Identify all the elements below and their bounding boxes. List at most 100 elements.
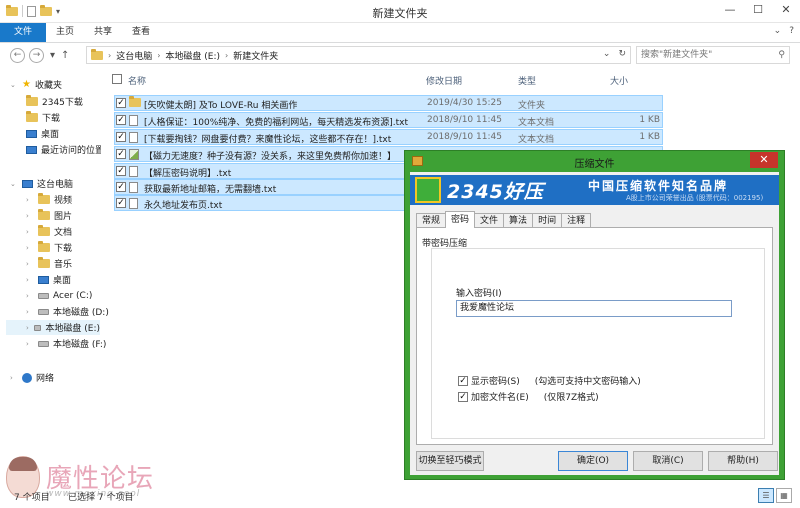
file-type: 文本文档 bbox=[518, 135, 555, 145]
tab-file[interactable]: 文件 bbox=[0, 23, 47, 42]
password-tab-panel: 带密码压缩 输入密码(I) 我爱魔性论坛 ✓ 显示密码(S) (勾选可支持中文密… bbox=[416, 227, 773, 445]
expand-icon[interactable]: › bbox=[26, 308, 34, 316]
cancel-button[interactable]: 取消(C) bbox=[633, 451, 703, 471]
help-button[interactable]: 帮助(H) bbox=[708, 451, 778, 471]
tab-password[interactable]: 密码 bbox=[445, 211, 476, 228]
row-checkbox[interactable]: ✓ bbox=[116, 149, 126, 159]
help-icon[interactable]: ? bbox=[789, 26, 794, 36]
nav-network[interactable]: › 网络 bbox=[10, 370, 54, 385]
nav-label: 桌面 bbox=[41, 130, 60, 140]
folder-icon bbox=[26, 95, 38, 106]
nav-item-2345-downloads[interactable]: 2345下载 bbox=[26, 94, 83, 109]
up-arrow-icon[interactable]: ↑ bbox=[61, 50, 69, 61]
password-input[interactable]: 我爱魔性论坛 bbox=[456, 300, 732, 317]
nav-item-documents[interactable]: › 文档 bbox=[26, 224, 72, 239]
row-checkbox[interactable]: ✓ bbox=[116, 132, 126, 142]
recent-locations-icon[interactable]: ▾ bbox=[50, 50, 55, 61]
tab-view[interactable]: 查看 bbox=[122, 23, 160, 42]
expand-icon[interactable]: › bbox=[26, 196, 34, 204]
tab-time[interactable]: 时间 bbox=[532, 213, 563, 228]
nav-label: 下载 bbox=[54, 244, 73, 254]
encrypt-filenames-checkbox[interactable]: ✓ bbox=[458, 391, 468, 402]
tab-share[interactable]: 共享 bbox=[84, 23, 122, 42]
nav-item-drive-e[interactable]: › 本地磁盘 (E:) bbox=[6, 320, 100, 335]
dialog-title-bar: 压缩文件 ✕ bbox=[405, 151, 784, 171]
select-all-checkbox[interactable] bbox=[112, 74, 122, 84]
show-password-checkbox[interactable]: ✓ bbox=[458, 375, 468, 386]
row-checkbox[interactable]: ✓ bbox=[116, 166, 126, 176]
close-button[interactable]: ✕ bbox=[772, 0, 800, 21]
column-type[interactable]: 类型 bbox=[518, 74, 536, 87]
nav-item-drive-f[interactable]: › 本地磁盘 (F:) bbox=[26, 336, 106, 351]
table-row[interactable]: ✓ [矢吹健太朗] 及To LOVE-Ru 相关画作 2019/4/30 15:… bbox=[114, 95, 663, 111]
table-row[interactable]: ✓ [人格保证：100%纯净、免费的福利网站，每天精选发布资源].txt 201… bbox=[114, 112, 663, 128]
expand-icon[interactable]: › bbox=[26, 244, 34, 252]
address-row: ← → ▾ ↑ › 这台电脑 › 本地磁盘 (E:) › 新建文件夹 ⌄ ↻ 搜… bbox=[0, 43, 800, 67]
file-type: 文件夹 bbox=[518, 101, 546, 111]
expand-icon[interactable]: › bbox=[26, 340, 34, 348]
expand-ribbon-icon[interactable]: ⌄ bbox=[774, 26, 782, 36]
breadcrumb-new-folder[interactable]: 新建文件夹 bbox=[233, 49, 278, 62]
expand-icon[interactable]: › bbox=[26, 324, 30, 332]
tab-algorithm[interactable]: 算法 bbox=[503, 213, 534, 228]
nav-item-drive-c[interactable]: › Acer (C:) bbox=[26, 288, 92, 303]
search-input[interactable]: 搜索"新建文件夹" ⚲ bbox=[636, 46, 790, 64]
chevron-right-icon[interactable]: › bbox=[225, 51, 228, 60]
details-view-icon[interactable]: ☰ bbox=[758, 488, 774, 503]
tab-general[interactable]: 常规 bbox=[416, 213, 447, 228]
expand-icon[interactable]: › bbox=[26, 228, 34, 236]
row-checkbox[interactable]: ✓ bbox=[116, 182, 126, 192]
chevron-right-icon[interactable]: › bbox=[108, 51, 111, 60]
column-name[interactable]: 名称 bbox=[128, 74, 146, 87]
tab-files[interactable]: 文件 bbox=[474, 213, 505, 228]
nav-label: 2345下载 bbox=[42, 98, 83, 108]
nav-this-pc[interactable]: ⌄ 这台电脑 bbox=[10, 176, 73, 191]
back-arrow-icon[interactable]: ← bbox=[10, 47, 25, 63]
minimize-button[interactable]: — bbox=[716, 0, 744, 21]
chevron-right-icon[interactable]: › bbox=[157, 51, 160, 60]
file-date: 2018/9/10 11:45 bbox=[427, 132, 502, 142]
tab-home[interactable]: 主页 bbox=[46, 23, 84, 42]
dialog-close-button[interactable]: ✕ bbox=[750, 152, 778, 168]
nav-item-recent[interactable]: 最近访问的位置 bbox=[26, 142, 101, 157]
nav-item-pc-downloads[interactable]: › 下载 bbox=[26, 240, 72, 255]
breadcrumb-drive-e[interactable]: 本地磁盘 (E:) bbox=[165, 49, 220, 62]
breadcrumb-this-pc[interactable]: 这台电脑 bbox=[116, 49, 152, 62]
expand-icon[interactable]: › bbox=[26, 260, 34, 268]
expand-icon[interactable]: › bbox=[26, 292, 34, 300]
forward-arrow-icon[interactable]: → bbox=[29, 47, 44, 63]
table-row[interactable]: ✓ [下载要掏钱？网盘要付费？来魔性论坛，这些都不存在！].txt 2018/9… bbox=[114, 129, 663, 145]
nav-item-pictures[interactable]: › 图片 bbox=[26, 208, 72, 223]
address-bar[interactable]: › 这台电脑 › 本地磁盘 (E:) › 新建文件夹 ⌄ ↻ bbox=[86, 46, 631, 64]
search-icon[interactable]: ⚲ bbox=[778, 47, 785, 63]
row-checkbox[interactable]: ✓ bbox=[116, 98, 126, 108]
expand-icon[interactable]: › bbox=[10, 374, 18, 382]
column-date[interactable]: 修改日期 bbox=[426, 74, 462, 87]
nav-item-music[interactable]: › 音乐 bbox=[26, 256, 72, 271]
nav-label: 文档 bbox=[54, 228, 73, 238]
ok-button[interactable]: 确定(O) bbox=[558, 451, 628, 471]
refresh-icon[interactable]: ↻ bbox=[618, 49, 626, 59]
collapse-icon[interactable]: ⌄ bbox=[10, 81, 18, 89]
row-checkbox[interactable]: ✓ bbox=[116, 198, 126, 208]
large-icons-view-icon[interactable]: ▦ bbox=[776, 488, 792, 503]
column-size[interactable]: 大小 bbox=[610, 74, 628, 87]
drive-icon bbox=[38, 308, 49, 315]
nav-item-pc-desktop[interactable]: › 桌面 bbox=[26, 272, 71, 287]
history-dropdown-icon[interactable]: ⌄ bbox=[603, 49, 611, 59]
dialog-footer: 切换至轻巧模式 确定(O) 取消(C) 帮助(H) bbox=[410, 446, 779, 475]
tab-comment[interactable]: 注释 bbox=[561, 213, 592, 228]
encrypt-filenames-option[interactable]: ✓ 加密文件名(E) (仅限7Z格式) bbox=[458, 390, 599, 403]
maximize-button[interactable]: ☐ bbox=[744, 0, 772, 21]
nav-item-downloads[interactable]: 下载 bbox=[26, 110, 60, 125]
show-password-option[interactable]: ✓ 显示密码(S) (勾选可支持中文密码输入) bbox=[458, 374, 641, 387]
collapse-icon[interactable]: ⌄ bbox=[10, 180, 18, 188]
simple-mode-button[interactable]: 切换至轻巧模式 bbox=[416, 451, 484, 471]
expand-icon[interactable]: › bbox=[26, 276, 34, 284]
row-checkbox[interactable]: ✓ bbox=[116, 115, 126, 125]
nav-item-drive-d[interactable]: › 本地磁盘 (D:) bbox=[26, 304, 109, 319]
nav-item-desktop[interactable]: 桌面 bbox=[26, 126, 59, 141]
expand-icon[interactable]: › bbox=[26, 212, 34, 220]
nav-favorites[interactable]: ⌄ ★ 收藏夹 bbox=[10, 77, 62, 92]
nav-item-videos[interactable]: › 视频 bbox=[26, 192, 72, 207]
